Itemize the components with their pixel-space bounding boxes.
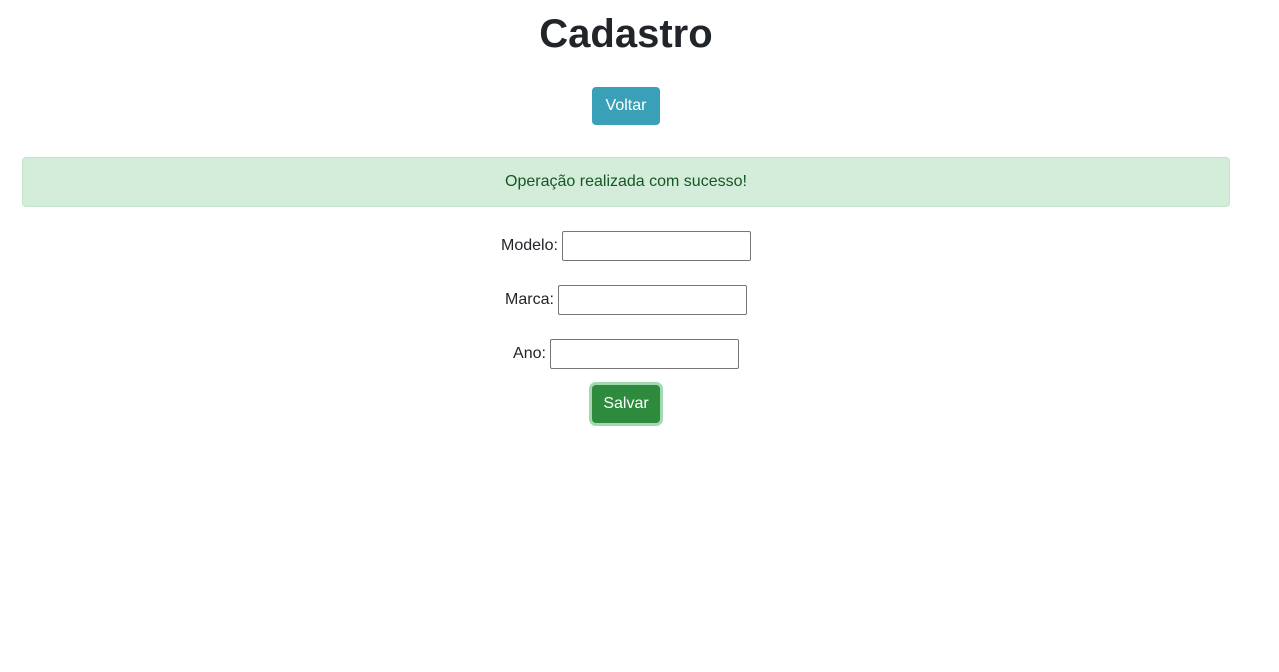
marca-label: Marca: xyxy=(505,291,554,308)
marca-input[interactable] xyxy=(557,285,747,315)
save-button[interactable]: Salvar xyxy=(592,385,660,423)
form-row-marca: Marca: xyxy=(0,285,1252,315)
modelo-label: Modelo: xyxy=(501,237,558,254)
ano-label: Ano: xyxy=(513,345,546,362)
ano-input[interactable] xyxy=(549,339,739,369)
success-alert: Operação realizada com sucesso! xyxy=(22,157,1230,207)
modelo-input[interactable] xyxy=(561,231,751,261)
form-row-modelo: Modelo: xyxy=(0,231,1252,261)
back-button[interactable]: Voltar xyxy=(592,87,660,125)
page-title: Cadastro xyxy=(539,12,713,56)
cadastro-page: Cadastro Voltar Operação realizada com s… xyxy=(0,0,1279,672)
form-row-ano: Ano: xyxy=(0,339,1252,369)
